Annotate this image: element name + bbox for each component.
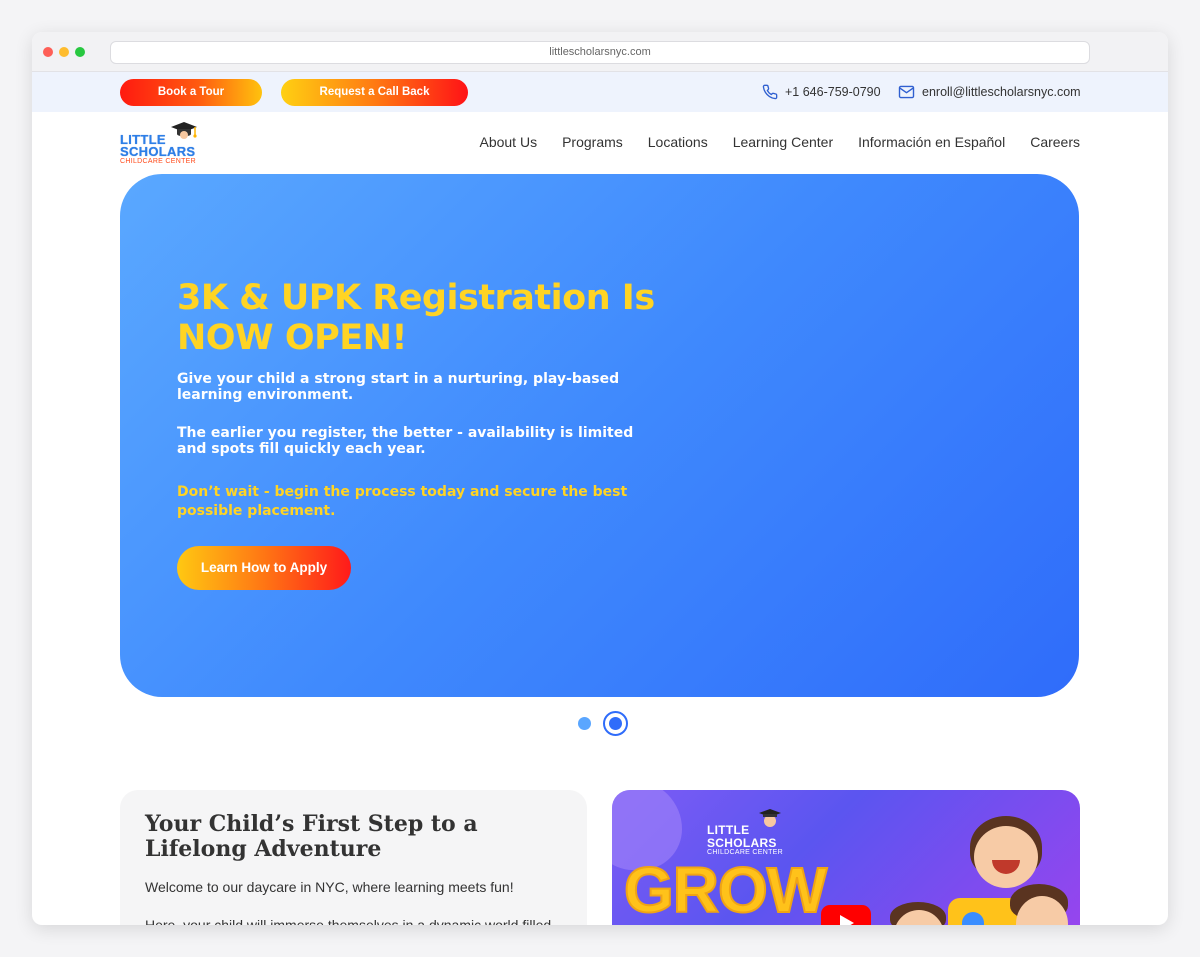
nav-programs[interactable]: Programs xyxy=(562,134,623,150)
mascot-icon xyxy=(759,809,781,827)
top-contact-bar: Book a Tour Request a Call Back +1 646-7… xyxy=(32,72,1168,112)
hero-banner: 3K & UPK Registration Is NOW OPEN! Give … xyxy=(120,174,1079,697)
nav-learning-center[interactable]: Learning Center xyxy=(733,134,833,150)
hero-paragraph-3: Don’t wait - begin the process today and… xyxy=(177,484,628,519)
hero-title: 3K & UPK Registration Is NOW OPEN! xyxy=(177,278,655,358)
maximize-window-button[interactable] xyxy=(75,47,85,57)
hero-paragraph-1: Give your child a strong start in a nurt… xyxy=(177,371,620,403)
nav-about-us[interactable]: About Us xyxy=(479,134,537,150)
carousel-dot-1[interactable] xyxy=(578,717,591,730)
site-logo[interactable]: LITTLE SCHOLARS CHILDCARE CENTER xyxy=(120,120,210,170)
graduation-cap-icon xyxy=(171,122,197,139)
hero-paragraph-2: The earlier you register, the better - a… xyxy=(177,425,634,457)
browser-titlebar: littlescholarsnyc.com xyxy=(32,32,1168,72)
mail-icon xyxy=(898,85,915,99)
nav-careers[interactable]: Careers xyxy=(1030,134,1080,150)
carousel-pagination xyxy=(572,708,642,738)
video-logo-text-scholars: SCHOLARS xyxy=(707,836,777,850)
learn-how-to-apply-button[interactable]: Learn How to Apply xyxy=(177,546,351,590)
intro-title: Your Child’s First Step to a Lifelong Ad… xyxy=(145,811,478,862)
intro-paragraph-2: Here, your child will immerse themselves… xyxy=(145,917,552,925)
address-bar[interactable]: littlescholarsnyc.com xyxy=(110,41,1090,64)
intro-paragraph-1: Welcome to our daycare in NYC, where lea… xyxy=(145,879,514,895)
intro-card: Your Child’s First Step to a Lifelong Ad… xyxy=(120,790,587,925)
window-controls xyxy=(43,47,85,57)
video-player[interactable]: LITTLE SCHOLARS CHILDCARE CENTER GROW xyxy=(612,790,1080,925)
child-face-laughing xyxy=(974,826,1038,888)
browser-window: littlescholarsnyc.com Book a Tour Reques… xyxy=(32,32,1168,925)
main-navigation: LITTLE SCHOLARS CHILDCARE CENTER About U… xyxy=(32,112,1168,174)
email-link[interactable]: enroll@littlescholarsnyc.com xyxy=(898,72,1081,112)
minimize-window-button[interactable] xyxy=(59,47,69,57)
carousel-dot-2[interactable] xyxy=(609,717,622,730)
close-window-button[interactable] xyxy=(43,47,53,57)
book-tour-button[interactable]: Book a Tour xyxy=(120,79,262,106)
nav-locations[interactable]: Locations xyxy=(648,134,708,150)
phone-number: +1 646-759-0790 xyxy=(785,85,881,99)
phone-icon xyxy=(762,84,778,100)
video-headline: GROW xyxy=(623,853,828,925)
video-logo-text-little: LITTLE xyxy=(707,823,750,837)
youtube-play-icon[interactable] xyxy=(821,905,871,925)
nav-menu: About Us Programs Locations Learning Cen… xyxy=(479,134,1080,150)
logo-subtitle: CHILDCARE CENTER xyxy=(120,158,196,165)
request-call-back-button[interactable]: Request a Call Back xyxy=(281,79,468,106)
email-address: enroll@littlescholarsnyc.com xyxy=(922,85,1081,99)
nav-informacion-espanol[interactable]: Información en Español xyxy=(858,134,1005,150)
phone-link[interactable]: +1 646-759-0790 xyxy=(762,72,881,112)
logo-text-scholars: SCHOLARS xyxy=(120,144,196,159)
